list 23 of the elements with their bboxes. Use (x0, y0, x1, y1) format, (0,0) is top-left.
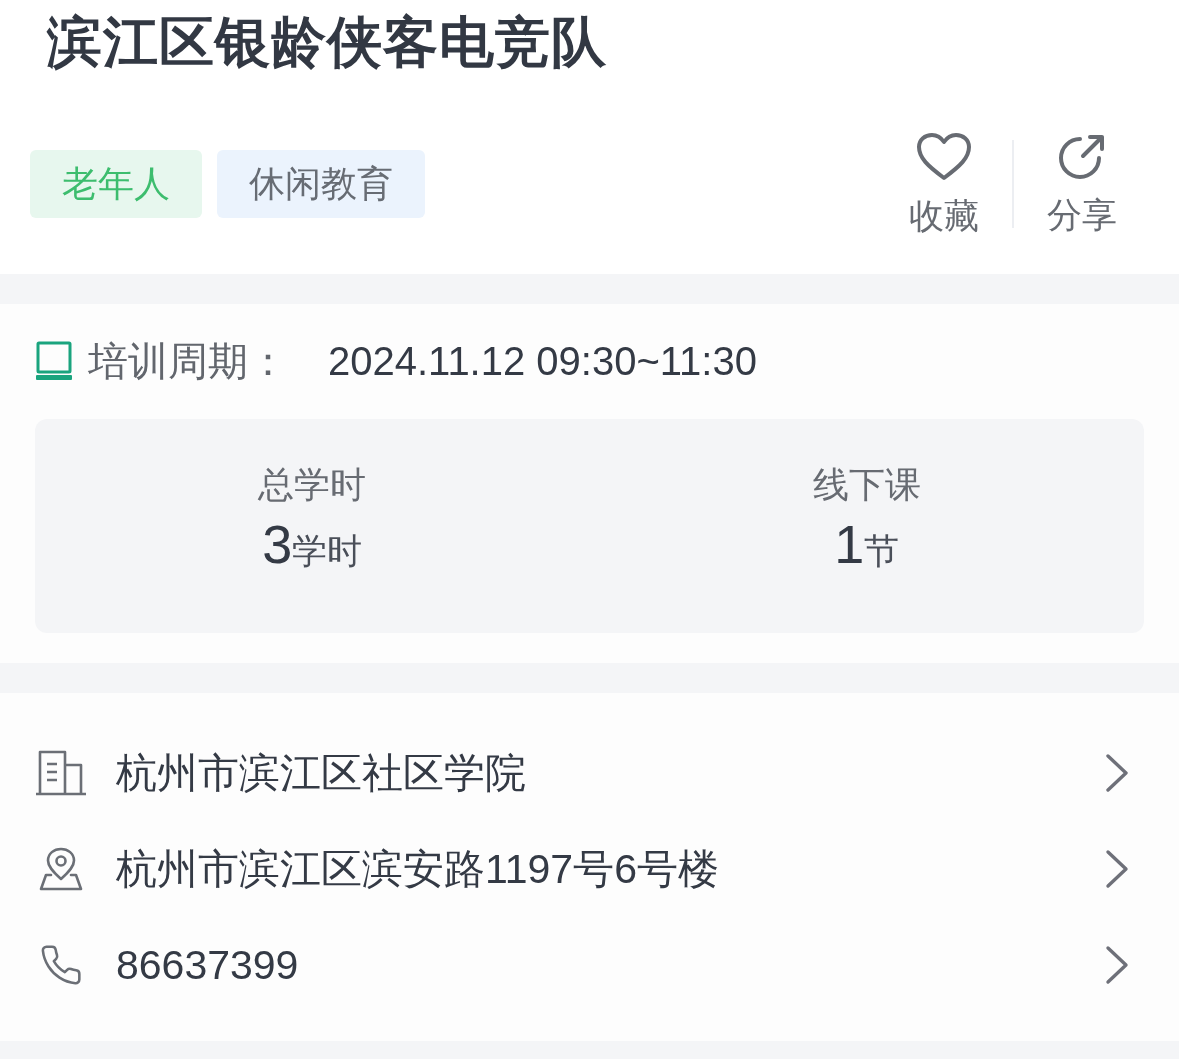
stat-value: 3学时 (262, 513, 363, 576)
phone-icon (39, 943, 83, 987)
audience-tag: 老年人 (30, 150, 202, 218)
phone-number[interactable]: 86637399 (116, 941, 1104, 989)
chevron-right-icon[interactable] (1104, 753, 1130, 793)
page-title: 滨江区银龄侠客电竞队 (47, 10, 608, 74)
laptop-icon (36, 341, 72, 381)
heart-icon[interactable] (916, 132, 972, 182)
stat-label: 线下课 (812, 463, 921, 507)
share-button[interactable]: 分享 (1046, 133, 1118, 235)
location-pin-icon (38, 847, 84, 891)
period-value: 2024.11.12 09:30~11:30 (328, 338, 757, 384)
share-icon[interactable] (1058, 133, 1106, 181)
stat-label: 总学时 (258, 463, 367, 507)
category-tag: 休闲教育 (217, 150, 425, 218)
building-icon (36, 750, 86, 796)
stat-value: 1节 (834, 513, 900, 576)
period-label: 培训周期： (88, 337, 288, 385)
institution-name[interactable]: 杭州市滨江区社区学院 (116, 745, 1104, 801)
chevron-right-icon[interactable] (1104, 849, 1130, 889)
address-text[interactable]: 杭州市滨江区滨安路1197号6号楼 (116, 841, 1104, 897)
favorite-button[interactable]: 收藏 (908, 132, 980, 236)
chevron-right-icon[interactable] (1104, 945, 1130, 985)
